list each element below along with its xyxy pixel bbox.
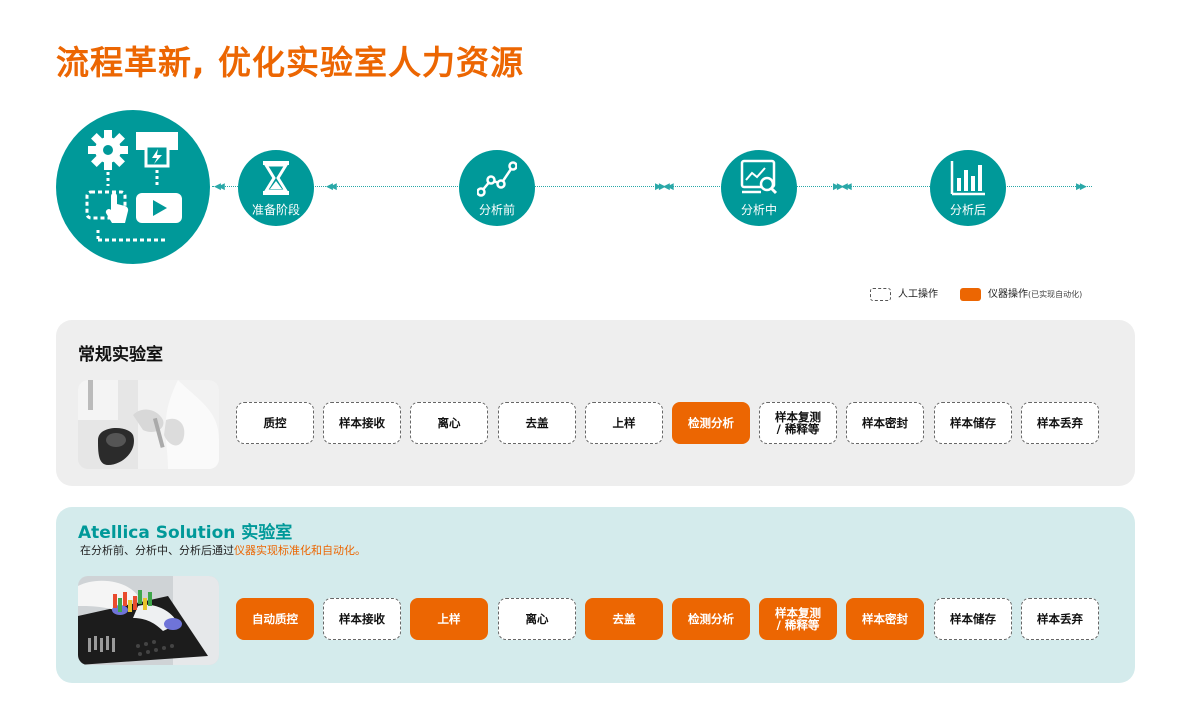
lab-worker-image: [78, 380, 219, 469]
step-label: 样本接收: [339, 612, 385, 626]
panel-title: 常规实验室: [78, 345, 163, 365]
step-label: 质控: [263, 416, 287, 430]
step-label: 样本丢弃: [1037, 416, 1083, 430]
process-step: 样本储存: [934, 402, 1012, 444]
stage-label: 准备阶段: [251, 203, 300, 217]
legend-manual: 人工操作: [870, 285, 938, 301]
stage-label: 分析前: [478, 203, 515, 217]
subtitle-text: 在分析前、分析中、分析后通过: [80, 544, 234, 557]
line-graph-icon: [477, 161, 517, 197]
process-step: 自动质控: [236, 598, 314, 640]
step-label: 离心: [437, 416, 461, 430]
step-label: 样本储存: [950, 612, 996, 626]
step-label: 检测分析: [688, 612, 734, 626]
stage-pre-analysis: 分析前: [459, 150, 535, 226]
stage-post-analysis: 分析后: [930, 150, 1006, 226]
atellica-lab-steps: 自动质控 样本接收 上样 离心 去盖 检测分析 样本复测 / 稀释等 样本密封 样本储存 样本丢弃: [236, 598, 1106, 640]
regular-lab-steps: 质控 样本接收 离心 去盖 上样 检测分析 样本复测 / 稀释等 样本密封 样本储存 样本丢弃: [236, 402, 1106, 444]
process-step: 样本密封: [846, 598, 924, 640]
process-step: 离心: [498, 598, 576, 640]
process-step: 样本密封: [846, 402, 924, 444]
legend-swatch-manual: [870, 287, 891, 301]
process-step: 上样: [410, 598, 488, 640]
process-step: 检测分析: [672, 402, 750, 444]
play-icon: [136, 193, 182, 223]
arrow-right-left-icon: ▶▶◀◀: [833, 182, 852, 192]
bar-chart-icon: [950, 161, 985, 196]
page-title: 流程革新, 优化实验室人力资源: [56, 43, 525, 82]
touch-screen-icon: [85, 190, 129, 223]
automation-icons: [85, 130, 182, 242]
panel-title: Atellica Solution 实验室: [78, 523, 293, 543]
process-step: 上样: [585, 402, 663, 444]
lab-photo: [78, 576, 219, 665]
stage-label: 分析后: [949, 203, 986, 217]
lab-photo: [78, 380, 219, 469]
subtitle-highlight: 仪器实现标准化和自动化。: [234, 544, 366, 557]
step-label: 自动质控: [252, 612, 298, 626]
arrow-right-icon: ▶▶: [1076, 182, 1087, 192]
process-step: 样本丢弃: [1021, 402, 1099, 444]
step-label: 去盖: [612, 612, 636, 626]
legend-auto: 仪器操作(已实现自动化): [960, 285, 1082, 301]
process-step: 样本复测 / 稀释等: [759, 598, 837, 640]
process-step: 样本丢弃: [1021, 598, 1099, 640]
regular-lab-panel: 常规实验室 质控 样本接收 离心 去盖 上样 检测分析 样本复测 / 稀释等 样本密封 样本储存 样…: [56, 320, 1135, 486]
step-label: 样本丢弃: [1037, 612, 1083, 626]
atellica-lab-panel: Atellica Solution 实验室 在分析前、分析中、分析后通过仪器实现…: [56, 507, 1135, 683]
legend-note: (已实现自动化): [1028, 290, 1083, 299]
step-label: 离心: [525, 612, 549, 626]
arrow-left-icon: ◀◀: [214, 182, 225, 192]
step-label: 上样: [437, 612, 461, 626]
step-label: 样本储存: [950, 416, 996, 430]
stage-analysis: 分析中: [721, 150, 797, 226]
process-step: 检测分析: [672, 598, 750, 640]
gear-icon: [88, 130, 128, 170]
legend-label: 仪器操作: [988, 289, 1028, 300]
step-label: 样本密封: [862, 416, 908, 430]
step-label: 去盖: [525, 416, 549, 430]
hourglass-icon: [263, 161, 289, 195]
step-label: 上样: [612, 416, 636, 430]
step-label: 样本复测 / 稀释等: [775, 606, 821, 632]
process-step: 质控: [236, 402, 314, 444]
process-step: 样本接收: [323, 598, 401, 640]
process-step: 去盖: [585, 598, 663, 640]
stage-label: 分析中: [740, 203, 777, 217]
machine-icon: [136, 132, 178, 168]
automation-hero-icon: [56, 110, 210, 264]
step-label: 样本接收: [339, 416, 385, 430]
panel-subtitle: 在分析前、分析中、分析后通过仪器实现标准化和自动化。: [80, 542, 366, 558]
sample-rack-image: [78, 576, 219, 665]
process-step: 样本接收: [323, 402, 401, 444]
arrow-left-icon: ◀◀: [326, 182, 337, 192]
process-step: 去盖: [498, 402, 576, 444]
process-step: 样本复测 / 稀释等: [759, 402, 837, 444]
step-label: 样本复测 / 稀释等: [775, 410, 821, 436]
step-label: 检测分析: [688, 416, 734, 430]
process-step: 样本储存: [934, 598, 1012, 640]
stage-preparation: 准备阶段: [238, 150, 314, 226]
legend-label: 人工操作: [898, 289, 938, 300]
legend-swatch-auto: [960, 287, 981, 301]
monitor-search-icon: [740, 159, 778, 195]
process-step: 离心: [410, 402, 488, 444]
arrow-right-left-icon: ▶▶◀◀: [655, 182, 674, 192]
step-label: 样本密封: [862, 612, 908, 626]
